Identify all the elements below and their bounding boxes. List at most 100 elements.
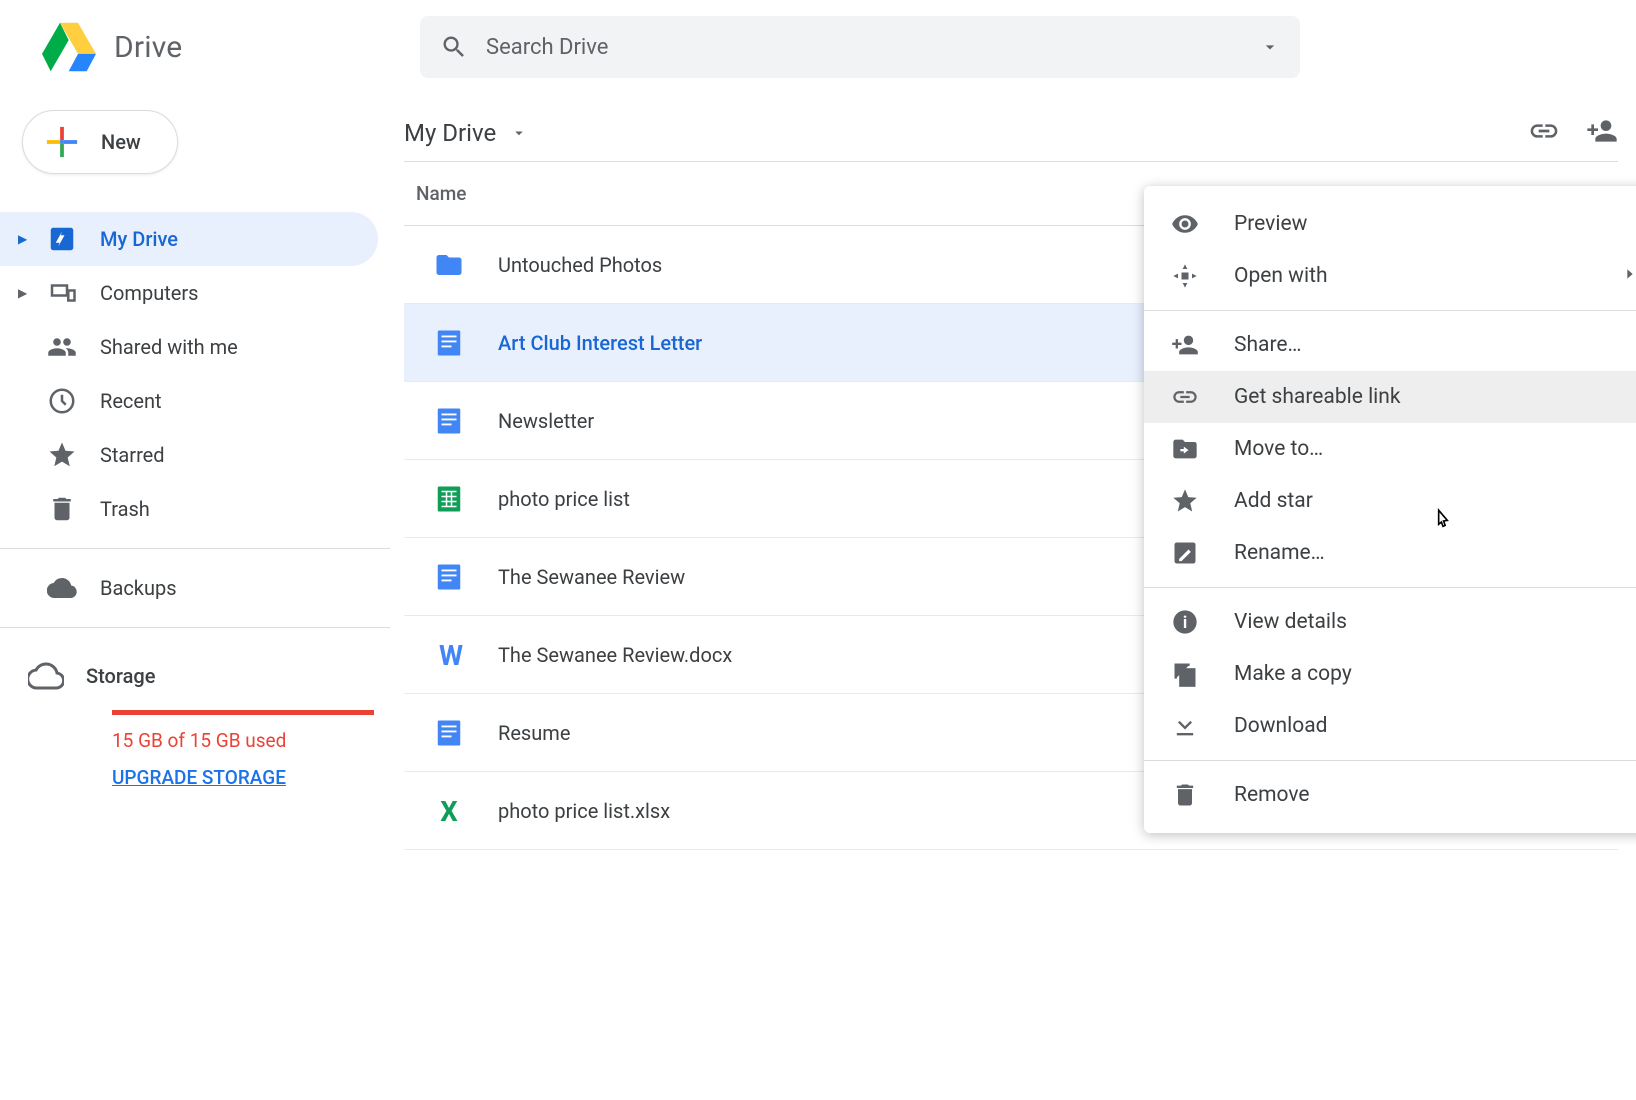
link-icon (1170, 382, 1200, 412)
cloud-icon (28, 658, 64, 694)
move-icon (1170, 434, 1200, 464)
file-sheet-icon (434, 484, 464, 514)
menu-label: Share… (1234, 333, 1302, 357)
sidebar: New ▶ My Drive ▶ Computers Shared with me Rec… (0, 94, 390, 1100)
file-name: The Sewanee Review (498, 565, 685, 589)
nav-item-label: Trash (100, 497, 150, 521)
shared-icon (44, 329, 80, 365)
menu-label: Add star (1234, 489, 1313, 513)
menu-label: View details (1234, 610, 1347, 634)
search-icon (440, 33, 468, 61)
new-button[interactable]: New (22, 110, 178, 174)
content: My Drive Name Untouched PhotosArt Club I… (390, 94, 1636, 1100)
plus-icon (45, 125, 79, 159)
rename-icon (1170, 538, 1200, 568)
file-name: Untouched Photos (498, 253, 662, 277)
nav-shared-with-me[interactable]: Shared with me (0, 320, 390, 374)
nav-item-label: My Drive (100, 227, 178, 251)
menu-open-with[interactable]: Open with (1144, 250, 1636, 302)
file-name: Newsletter (498, 409, 594, 433)
menu-add-star[interactable]: Add star (1144, 475, 1636, 527)
nav-my-drive[interactable]: ▶ My Drive (0, 212, 378, 266)
backups-icon (44, 570, 80, 606)
nav: ▶ My Drive ▶ Computers Shared with me Recent S… (0, 212, 390, 536)
menu-label: Open with (1234, 264, 1328, 288)
menu-preview[interactable]: Preview (1144, 198, 1636, 250)
svg-text:X: X (440, 796, 458, 826)
trash-icon (44, 491, 80, 527)
menu-move-to-[interactable]: Move to… (1144, 423, 1636, 475)
file-name: The Sewanee Review.docx (498, 643, 732, 667)
file-doc-icon (434, 718, 464, 748)
info-icon: i (1170, 607, 1200, 637)
link-button[interactable] (1528, 115, 1560, 151)
menu-share-[interactable]: Share… (1144, 319, 1636, 371)
nav-computers[interactable]: ▶ Computers (0, 266, 390, 320)
nav-starred[interactable]: Starred (0, 428, 390, 482)
preview-icon (1170, 209, 1200, 239)
caret-down-icon[interactable] (1260, 37, 1280, 57)
search-input[interactable]: Search Drive (486, 35, 1260, 60)
copy-icon (1170, 659, 1200, 689)
context-menu: Preview Open with Share… Get shareable link… (1144, 186, 1636, 833)
divider (0, 548, 390, 549)
nav-recent[interactable]: Recent (0, 374, 390, 428)
file-name: Resume (498, 721, 570, 745)
upgrade-link[interactable]: UPGRADE STORAGE (112, 766, 368, 789)
breadcrumb-button[interactable]: My Drive (404, 119, 528, 147)
file-word-icon: W (434, 640, 464, 670)
menu-view-details[interactable]: i View details (1144, 596, 1636, 648)
breadcrumb: My Drive (404, 104, 1618, 162)
menu-remove[interactable]: Remove (1144, 769, 1636, 821)
breadcrumb-title: My Drive (404, 119, 496, 147)
menu-download[interactable]: Download (1144, 700, 1636, 752)
file-name: photo price list.xlsx (498, 799, 670, 823)
chevron-right-icon (1622, 264, 1636, 288)
recent-icon (44, 383, 80, 419)
menu-label: Download (1234, 714, 1328, 738)
cursor-pointer-icon (1430, 506, 1456, 536)
caret-down-icon (510, 124, 528, 142)
star-icon (44, 437, 80, 473)
nav-backups[interactable]: Backups (0, 561, 390, 615)
star-icon (1170, 486, 1200, 516)
logo-section: Drive (0, 22, 420, 72)
computers-icon (44, 275, 80, 311)
drive-logo-icon (42, 22, 96, 72)
file-name: photo price list (498, 487, 630, 511)
nav-backups-label: Backups (100, 576, 177, 600)
divider (0, 627, 390, 628)
menu-label: Rename… (1234, 541, 1325, 565)
menu-divider (1144, 587, 1636, 588)
file-name: Art Club Interest Letter (498, 331, 702, 355)
storage-section: Storage 15 GB of 15 GB used UPGRADE STOR… (0, 640, 390, 789)
menu-label: Get shareable link (1234, 385, 1401, 409)
search-bar[interactable]: Search Drive (420, 16, 1300, 78)
caret-right-icon: ▶ (18, 232, 36, 246)
menu-get-shareable-link[interactable]: Get shareable link (1144, 371, 1636, 423)
caret-right-icon: ▶ (18, 286, 36, 300)
nav-item-label: Computers (100, 281, 198, 305)
file-folder-icon (434, 250, 464, 280)
storage-bar (112, 710, 374, 715)
new-label: New (101, 130, 141, 154)
nav-item-label: Recent (100, 389, 162, 413)
nav-trash[interactable]: Trash (0, 482, 390, 536)
menu-label: Preview (1234, 212, 1307, 236)
svg-text:W: W (439, 640, 463, 670)
svg-text:i: i (1183, 613, 1187, 632)
menu-make-a-copy[interactable]: Make a copy (1144, 648, 1636, 700)
menu-label: Make a copy (1234, 662, 1352, 686)
nav-item-label: Starred (100, 443, 165, 467)
add-person-button[interactable] (1586, 115, 1618, 151)
menu-label: Remove (1234, 783, 1310, 807)
download-icon (1170, 711, 1200, 741)
file-excel-icon: X (434, 796, 464, 826)
file-doc-icon (434, 328, 464, 358)
storage-label: Storage (86, 664, 155, 688)
menu-rename-[interactable]: Rename… (1144, 527, 1636, 579)
menu-label: Move to… (1234, 437, 1323, 461)
app-name: Drive (114, 30, 182, 65)
storage-used: 15 GB of 15 GB used (112, 729, 368, 752)
menu-divider (1144, 310, 1636, 311)
